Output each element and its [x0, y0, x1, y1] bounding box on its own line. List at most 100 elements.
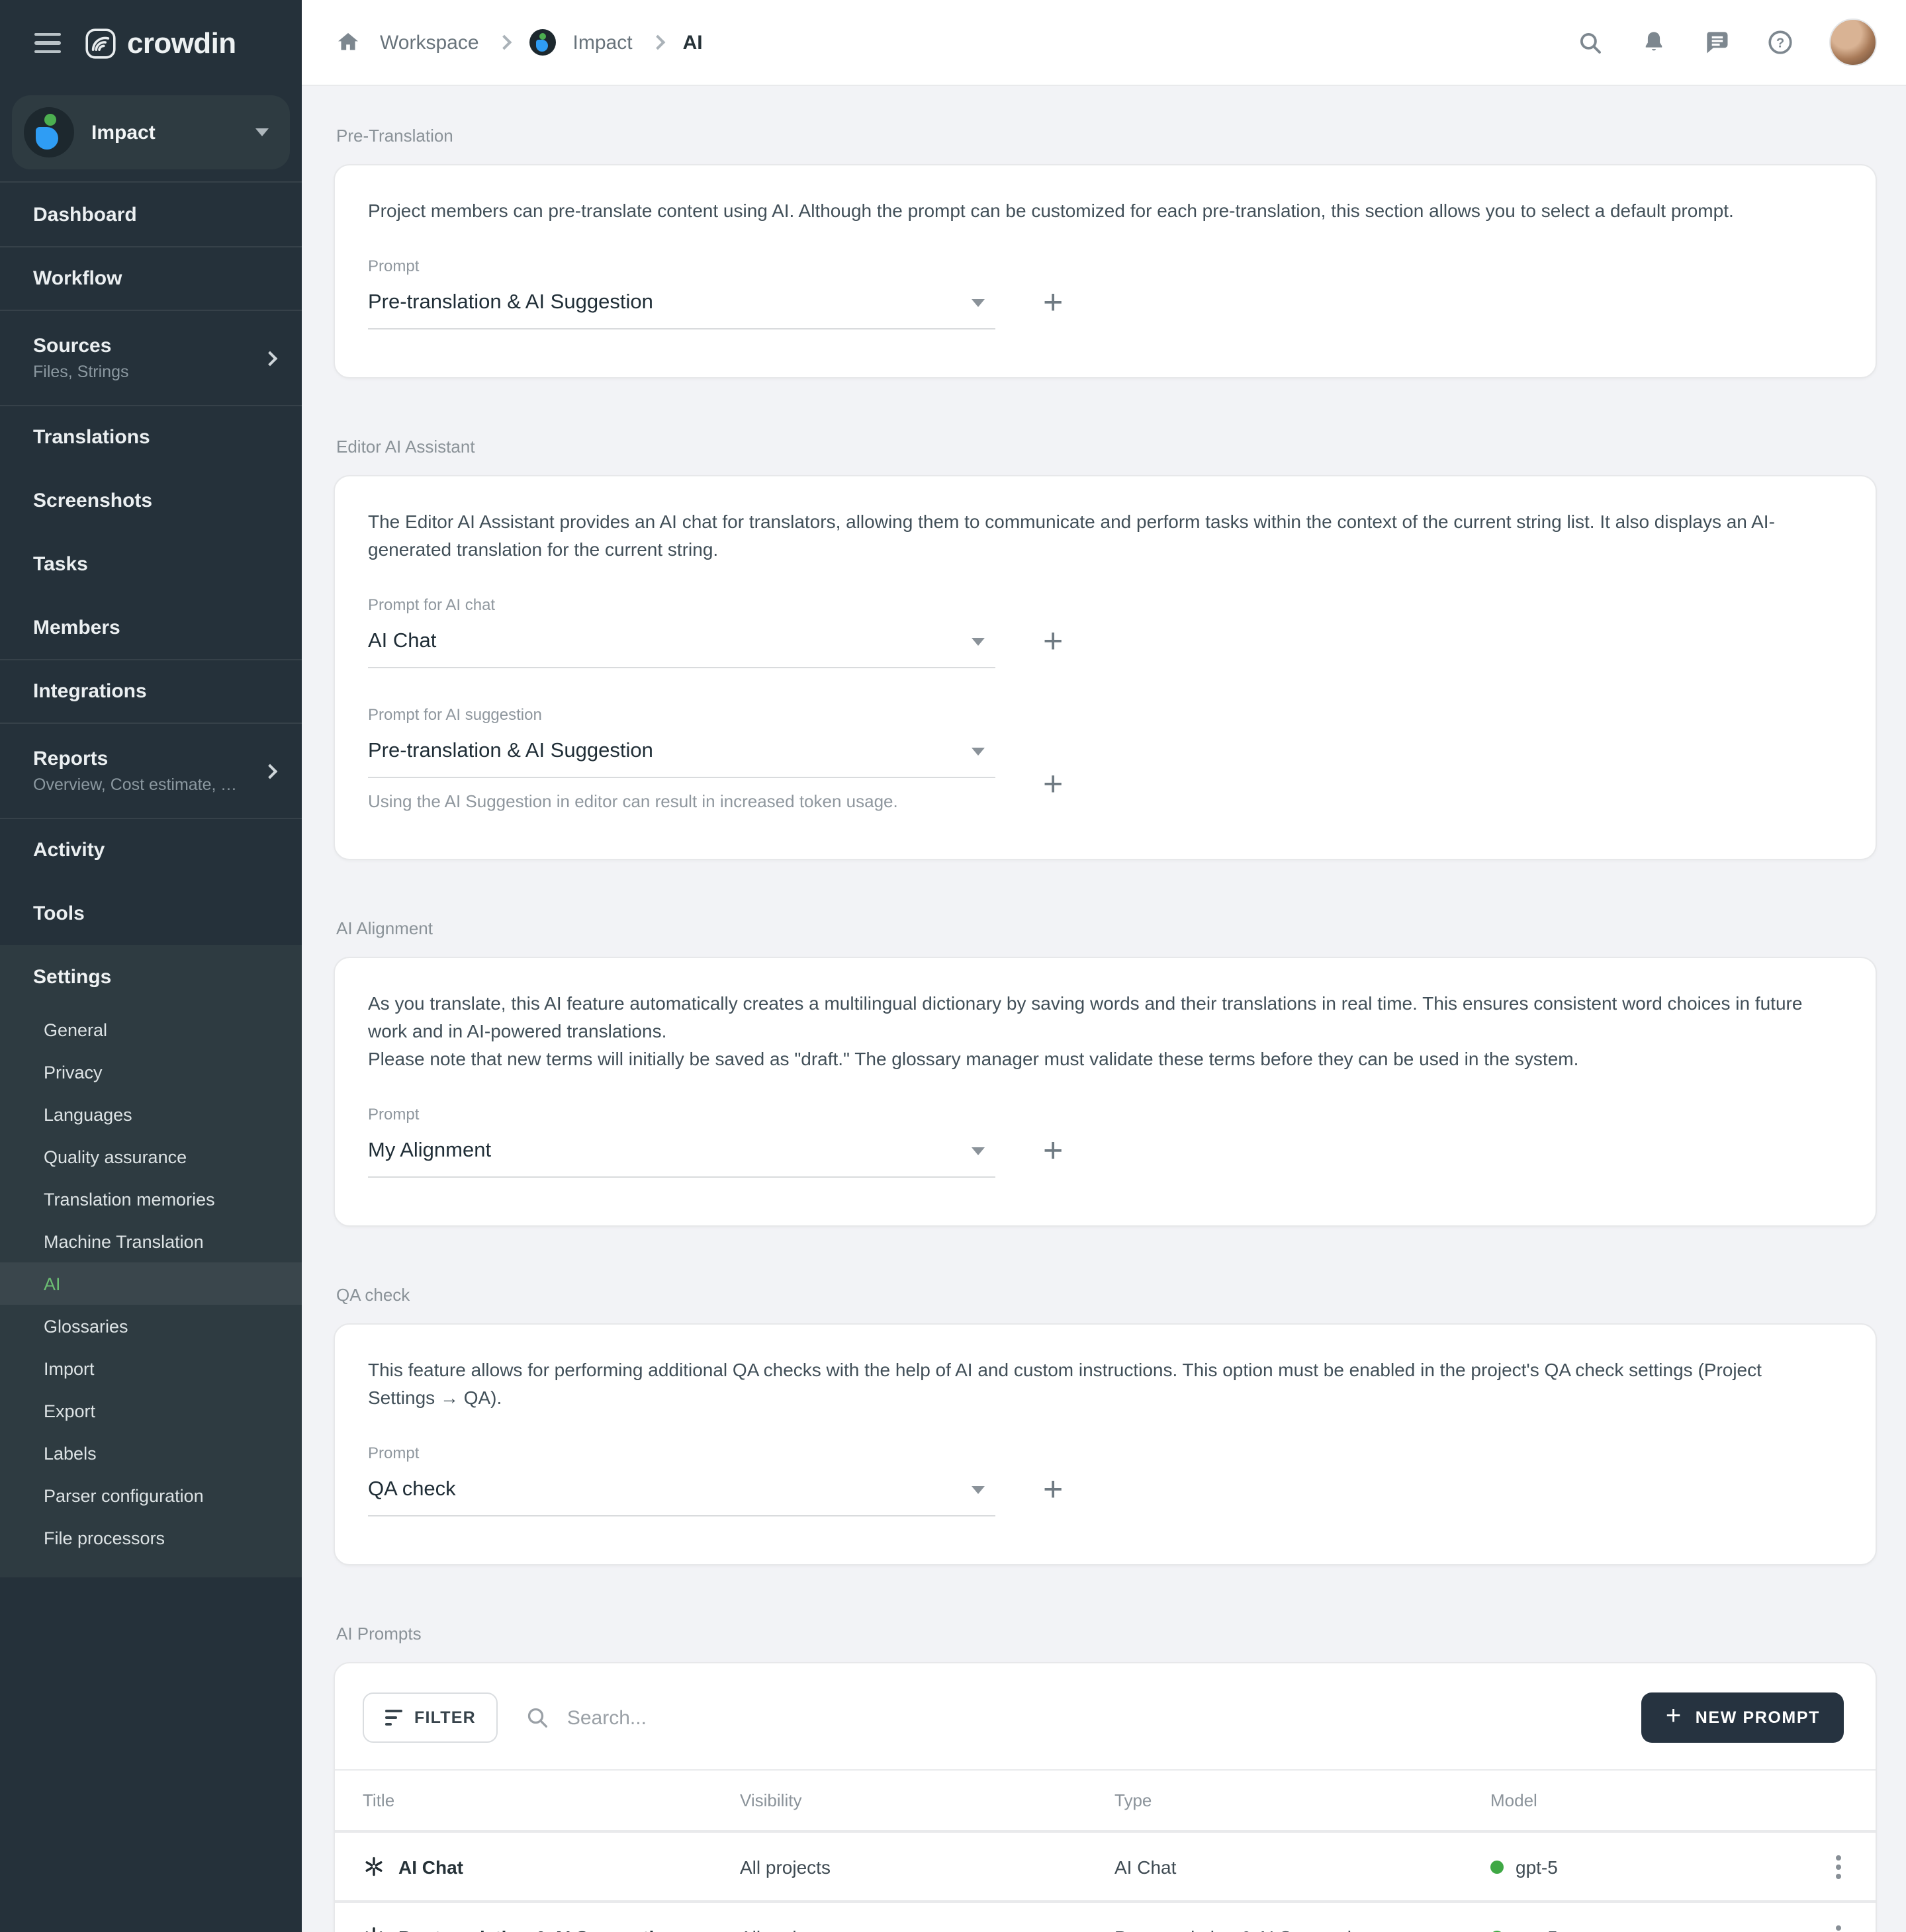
sidebar-item-export[interactable]: Export	[0, 1389, 302, 1432]
project-avatar	[529, 29, 556, 56]
prompts-table-header: Title Visibility Type Model	[335, 1769, 1876, 1830]
topbar-brand-area: crowdin	[0, 0, 302, 86]
sidebar: Impact Dashboard Workflow Sources Files,…	[0, 86, 302, 1932]
sidebar-item-general[interactable]: General	[0, 1008, 302, 1051]
messages-icon[interactable]	[1702, 28, 1731, 57]
sidebar-filler	[0, 1577, 302, 1932]
prompts-search	[525, 1704, 1615, 1731]
add-prompt-button[interactable]: +	[1043, 1133, 1063, 1178]
sidebar-item-sources[interactable]: Sources Files, Strings	[0, 310, 302, 405]
sidebar-item-glossaries[interactable]: Glossaries	[0, 1305, 302, 1347]
chevron-right-icon	[263, 764, 278, 779]
new-prompt-button-label: NEW PROMPT	[1696, 1708, 1820, 1727]
menu-icon[interactable]	[34, 33, 61, 54]
column-header-type[interactable]: Type	[1114, 1790, 1490, 1810]
ai-alignment-card: As you translate, this AI feature automa…	[334, 957, 1877, 1227]
ai-alignment-prompt-field: Prompt My Alignment +	[368, 1105, 1841, 1178]
prompt-type: AI Chat	[1114, 1856, 1490, 1877]
pre-translation-prompt-select[interactable]: Pre-translation & AI Suggestion	[368, 286, 995, 329]
crowdin-logo-text: crowdin	[127, 26, 236, 60]
openai-icon	[363, 1855, 385, 1878]
prompt-type: Pre-translation & AI Suggestion	[1114, 1926, 1490, 1932]
row-menu-kebab-icon[interactable]	[1828, 1847, 1849, 1886]
column-header-visibility[interactable]: Visibility	[740, 1790, 1114, 1810]
breadcrumb: Workspace Impact AI	[334, 28, 703, 57]
sidebar-item-file-processors[interactable]: File processors	[0, 1516, 302, 1559]
sidebar-item-tasks[interactable]: Tasks	[0, 532, 302, 595]
breadcrumb-workspace[interactable]: Workspace	[380, 31, 479, 54]
select-value: My Alignment	[368, 1139, 491, 1163]
sidebar-item-languages[interactable]: Languages	[0, 1093, 302, 1135]
sidebar-item-settings[interactable]: Settings	[0, 945, 302, 1008]
chevron-right-icon	[650, 35, 665, 50]
caret-down-icon	[972, 638, 985, 646]
sidebar-item-translation-memories[interactable]: Translation memories	[0, 1178, 302, 1220]
search-icon[interactable]	[1575, 28, 1604, 57]
qa-check-prompt-select[interactable]: QA check	[368, 1473, 995, 1516]
add-prompt-button[interactable]: +	[1043, 623, 1063, 668]
add-prompt-button[interactable]: +	[1043, 766, 1063, 811]
ai-prompts-card: FILTER + NEW PROMPT Title Visibility	[334, 1662, 1877, 1932]
caret-down-icon	[972, 1147, 985, 1155]
ai-suggestion-prompt-select[interactable]: Pre-translation & AI Suggestion	[368, 734, 995, 778]
sidebar-item-workflow[interactable]: Workflow	[0, 246, 302, 310]
select-value: QA check	[368, 1478, 456, 1502]
prompt-title: Pre-translation & AI Suggestion	[398, 1926, 677, 1932]
breadcrumb-project[interactable]: Impact	[573, 31, 633, 54]
add-prompt-button[interactable]: +	[1043, 1471, 1063, 1516]
sidebar-settings-section: Settings General Privacy Languages Quali…	[0, 945, 302, 1577]
search-icon	[525, 1704, 551, 1731]
breadcrumb-current-page: AI	[683, 31, 703, 54]
ai-chat-prompt-select[interactable]: AI Chat	[368, 625, 995, 668]
filter-button[interactable]: FILTER	[363, 1692, 498, 1743]
user-avatar[interactable]	[1829, 19, 1877, 66]
sidebar-item-dashboard[interactable]: Dashboard	[0, 183, 302, 246]
add-prompt-button[interactable]: +	[1043, 285, 1063, 329]
openai-icon	[363, 1925, 385, 1932]
new-prompt-button[interactable]: + NEW PROMPT	[1642, 1692, 1844, 1743]
sidebar-item-import[interactable]: Import	[0, 1347, 302, 1389]
sidebar-item-privacy[interactable]: Privacy	[0, 1051, 302, 1093]
section-label-ai-prompts: AI Prompts	[336, 1624, 1877, 1644]
sidebar-item-machine-translation[interactable]: Machine Translation	[0, 1220, 302, 1262]
column-header-model[interactable]: Model	[1490, 1790, 1796, 1810]
row-menu-kebab-icon[interactable]	[1828, 1917, 1849, 1932]
prompt-visibility: All projects	[740, 1856, 1114, 1877]
crowdin-logo[interactable]: crowdin	[85, 26, 236, 60]
sidebar-item-parser-configuration[interactable]: Parser configuration	[0, 1474, 302, 1516]
home-icon[interactable]	[334, 28, 363, 57]
help-icon[interactable]: ?	[1766, 28, 1795, 57]
ai-prompts-toolbar: FILTER + NEW PROMPT	[335, 1663, 1876, 1769]
prompts-table: Title Visibility Type Model AI Chat All …	[335, 1769, 1876, 1932]
sidebar-item-ai[interactable]: AI	[0, 1262, 302, 1305]
ai-chat-prompt-field: Prompt for AI chat AI Chat +	[368, 595, 1841, 668]
sidebar-item-label: Integrations	[33, 680, 275, 703]
qa-check-prompt-field: Prompt QA check +	[368, 1444, 1841, 1516]
sidebar-item-tools[interactable]: Tools	[0, 881, 302, 945]
app: crowdin Workspace Impact AI	[0, 0, 1906, 1932]
sidebar-item-label: Screenshots	[33, 489, 275, 511]
ai-alignment-description-2: Please note that new terms will initiall…	[368, 1045, 1824, 1073]
table-row[interactable]: Pre-translation & AI Suggestion All proj…	[335, 1900, 1876, 1932]
sidebar-item-activity[interactable]: Activity	[0, 818, 302, 881]
sidebar-item-quality-assurance[interactable]: Quality assurance	[0, 1135, 302, 1178]
sidebar-item-sublabel: Overview, Cost estimate, Transl…	[33, 775, 245, 794]
sidebar-item-integrations[interactable]: Integrations	[0, 659, 302, 723]
prompts-search-input[interactable]	[565, 1705, 1615, 1730]
sidebar-item-translations[interactable]: Translations	[0, 405, 302, 468]
notifications-bell-icon[interactable]	[1639, 28, 1668, 57]
table-row[interactable]: AI Chat All projects AI Chat gpt-5	[335, 1830, 1876, 1900]
topbar: crowdin Workspace Impact AI	[0, 0, 1906, 86]
crowdin-logo-icon	[85, 27, 116, 59]
sidebar-item-screenshots[interactable]: Screenshots	[0, 468, 302, 532]
sidebar-item-labels[interactable]: Labels	[0, 1432, 302, 1474]
column-header-title[interactable]: Title	[363, 1790, 740, 1810]
sidebar-item-reports[interactable]: Reports Overview, Cost estimate, Transl…	[0, 723, 302, 818]
prompt-title: AI Chat	[398, 1856, 463, 1877]
sidebar-item-members[interactable]: Members	[0, 595, 302, 659]
ai-alignment-prompt-select[interactable]: My Alignment	[368, 1134, 995, 1178]
sidebar-item-label: Sources	[33, 335, 265, 357]
section-label-editor-ai-assistant: Editor AI Assistant	[336, 437, 1877, 457]
project-selector[interactable]: Impact	[12, 95, 290, 169]
shell: Impact Dashboard Workflow Sources Files,…	[0, 86, 1906, 1932]
